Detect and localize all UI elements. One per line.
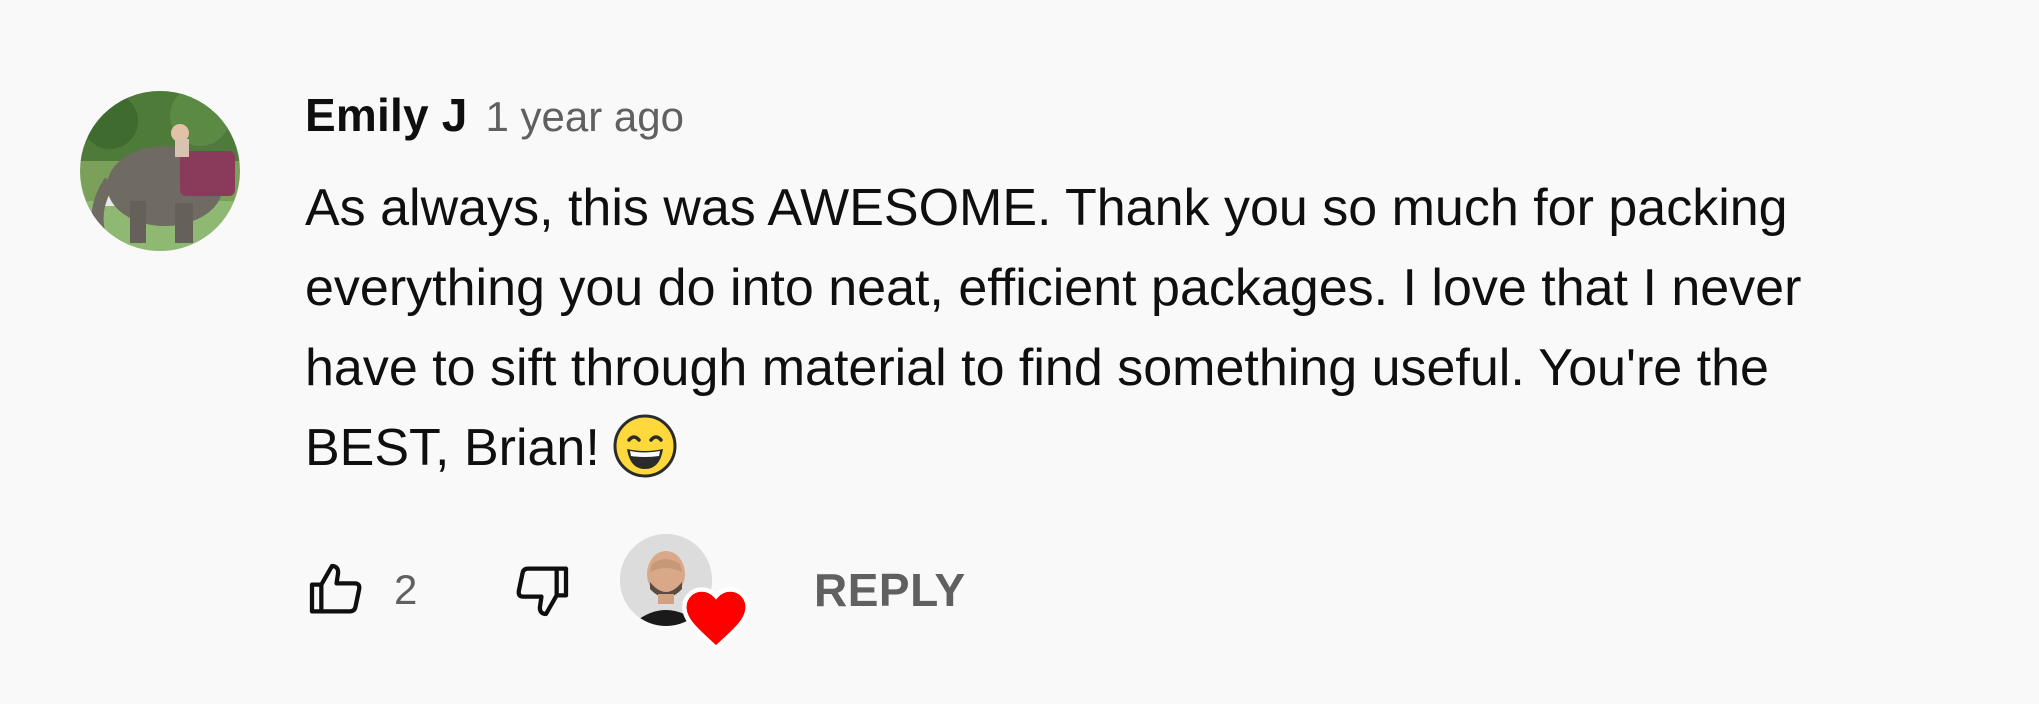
like-count: 2 — [394, 566, 418, 613]
comment-text-line: As always, this was AWESOME. Thank you s… — [305, 179, 1788, 237]
comment-actions: 2 REPLY — [300, 530, 966, 652]
comment-body: Emily J 1 year ago As always, this was A… — [305, 88, 2005, 488]
like-button[interactable] — [300, 554, 372, 626]
comment-text-line: have to sift through material to find so… — [305, 339, 1769, 397]
comment-header: Emily J 1 year ago — [305, 88, 2005, 168]
comment-thread: Emily J 1 year ago As always, this was A… — [0, 0, 2039, 704]
comment-text-line-text: BEST, Brian! — [305, 419, 600, 477]
dislike-button[interactable] — [506, 554, 578, 626]
heart-icon — [682, 587, 750, 652]
creator-heart-badge — [618, 530, 758, 652]
comment-timestamp[interactable]: 1 year ago — [486, 93, 684, 141]
author-avatar[interactable] — [80, 91, 240, 251]
comment-text-line: everything you do into neat, efficient p… — [305, 259, 1802, 317]
grinning-face-emoji-icon — [612, 413, 678, 479]
author-avatar-image — [80, 91, 240, 251]
reply-button[interactable]: REPLY — [814, 563, 966, 617]
author-name[interactable]: Emily J — [305, 88, 468, 142]
thumbs-down-icon — [516, 566, 569, 617]
comment-text-line-last: BEST, Brian! — [305, 408, 2005, 488]
thumbs-up-icon — [309, 563, 362, 614]
comment-text: As always, this was AWESOME. Thank you s… — [305, 168, 2005, 488]
